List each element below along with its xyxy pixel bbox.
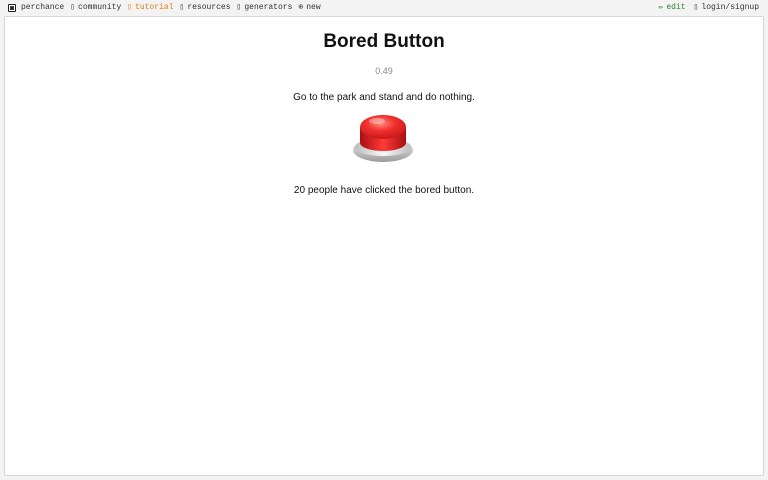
dice-icon xyxy=(8,4,16,12)
nav-login-label: login/signup xyxy=(701,3,759,12)
value-readout: 0.49 xyxy=(375,66,393,76)
nav-login-signup[interactable]: ▯ login/signup xyxy=(694,3,759,13)
nav-left: perchance ▯ community ▯ tutorial ▯ resou… xyxy=(8,3,327,13)
nav-perchance-label: perchance xyxy=(21,3,65,12)
nav-tutorial[interactable]: ▯ tutorial xyxy=(127,3,173,13)
resources-icon: ▯ xyxy=(179,3,185,12)
generator-frame: Bored Button 0.49 Go to the park and sta… xyxy=(4,16,764,476)
community-icon: ▯ xyxy=(70,3,76,12)
nav-edit-label: edit xyxy=(666,3,686,12)
plus-circle-icon: ⊕ xyxy=(298,3,304,12)
nav-edit[interactable]: ✏ edit xyxy=(659,3,686,13)
nav-tutorial-label: tutorial xyxy=(135,3,174,12)
nav-resources-label: resources xyxy=(187,3,231,12)
pencil-icon: ✏ xyxy=(658,3,664,12)
page-title: Bored Button xyxy=(323,31,445,52)
generators-icon: ▯ xyxy=(236,3,242,12)
tutorial-icon: ▯ xyxy=(127,3,133,12)
nav-community-label: community xyxy=(78,3,122,12)
red-button-icon xyxy=(353,115,413,162)
nav-community[interactable]: ▯ community xyxy=(70,3,121,13)
nav-new-label: new xyxy=(306,3,321,12)
top-nav-bar: perchance ▯ community ▯ tutorial ▯ resou… xyxy=(0,0,768,16)
nav-resources[interactable]: ▯ resources xyxy=(180,3,231,13)
nav-new[interactable]: ⊕ new xyxy=(298,3,320,13)
nav-right: ✏ edit ▯ login/signup xyxy=(651,3,759,13)
nav-perchance[interactable]: perchance xyxy=(8,3,64,13)
user-icon: ▯ xyxy=(693,3,699,12)
nav-generators-label: generators xyxy=(244,3,293,12)
activity-text: Go to the park and stand and do nothing. xyxy=(293,92,475,103)
bored-button[interactable] xyxy=(352,113,414,165)
click-count-text: 20 people have clicked the bored button. xyxy=(293,185,475,196)
nav-generators[interactable]: ▯ generators xyxy=(237,3,293,13)
